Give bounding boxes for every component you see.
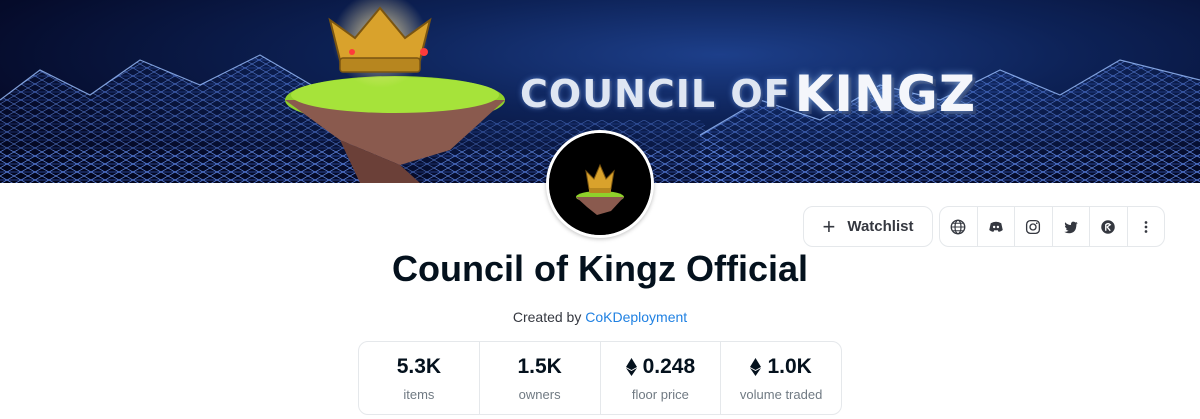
more-icon (1144, 220, 1148, 233)
twitter-icon (1064, 221, 1078, 233)
discord-button[interactable] (978, 207, 1015, 246)
collection-title: Council of Kingz Official (392, 248, 808, 289)
stat-label: floor price (631, 386, 689, 402)
stat-value: 0.248 (625, 354, 696, 379)
avatar-image (549, 133, 651, 235)
ethereum-icon (625, 357, 637, 376)
created-by-label: Created by (512, 309, 582, 325)
watchlist-button[interactable]: + Watchlist (803, 206, 933, 247)
instagram-icon (1026, 219, 1041, 234)
social-links (939, 206, 1165, 247)
twitter-button[interactable] (1053, 207, 1090, 246)
plus-icon: + (822, 213, 836, 239)
website-button[interactable] (940, 207, 978, 246)
watchlist-label: Watchlist (847, 218, 914, 235)
banner-logo-text: COUNCIL OF KINGZ (520, 65, 977, 123)
marketplace-button[interactable] (1090, 207, 1128, 246)
stat-value-text: 1.0K (767, 354, 812, 378)
marketplace-icon (1101, 219, 1115, 234)
stat-value: 5.3K (397, 355, 441, 379)
more-button[interactable] (1128, 207, 1165, 246)
stat-items[interactable]: 5.3K items (359, 342, 480, 414)
stat-floor-price[interactable]: 0.248 floor price (601, 342, 722, 414)
globe-icon (950, 219, 966, 234)
stat-value-text: 1.5K (517, 354, 562, 378)
stat-label: volume traded (739, 386, 823, 402)
ethereum-icon (750, 357, 762, 376)
stat-owners[interactable]: 1.5K owners (480, 342, 601, 414)
stat-value: 1.0K (750, 354, 812, 379)
banner-logo-part1: COUNCIL OF (520, 72, 791, 116)
collection-stats: 5.3K items 1.5K owners 0.248 floor price… (358, 341, 842, 415)
collection-avatar (546, 130, 654, 238)
stat-volume-traded[interactable]: 1.0K volume traded (721, 342, 841, 414)
stat-value-text: 5.3K (396, 354, 442, 378)
creator-link[interactable]: CoKDeployment (585, 309, 687, 325)
stat-label: items (403, 386, 435, 402)
banner-logo-part2: KINGZ (794, 65, 977, 123)
discord-icon (989, 221, 1003, 232)
stat-label: owners (518, 386, 561, 402)
instagram-button[interactable] (1015, 207, 1053, 246)
stat-value-text: 0.248 (642, 354, 696, 378)
stat-value: 1.5K (517, 355, 561, 379)
created-by: Created by CoKDeployment (0, 309, 1200, 325)
